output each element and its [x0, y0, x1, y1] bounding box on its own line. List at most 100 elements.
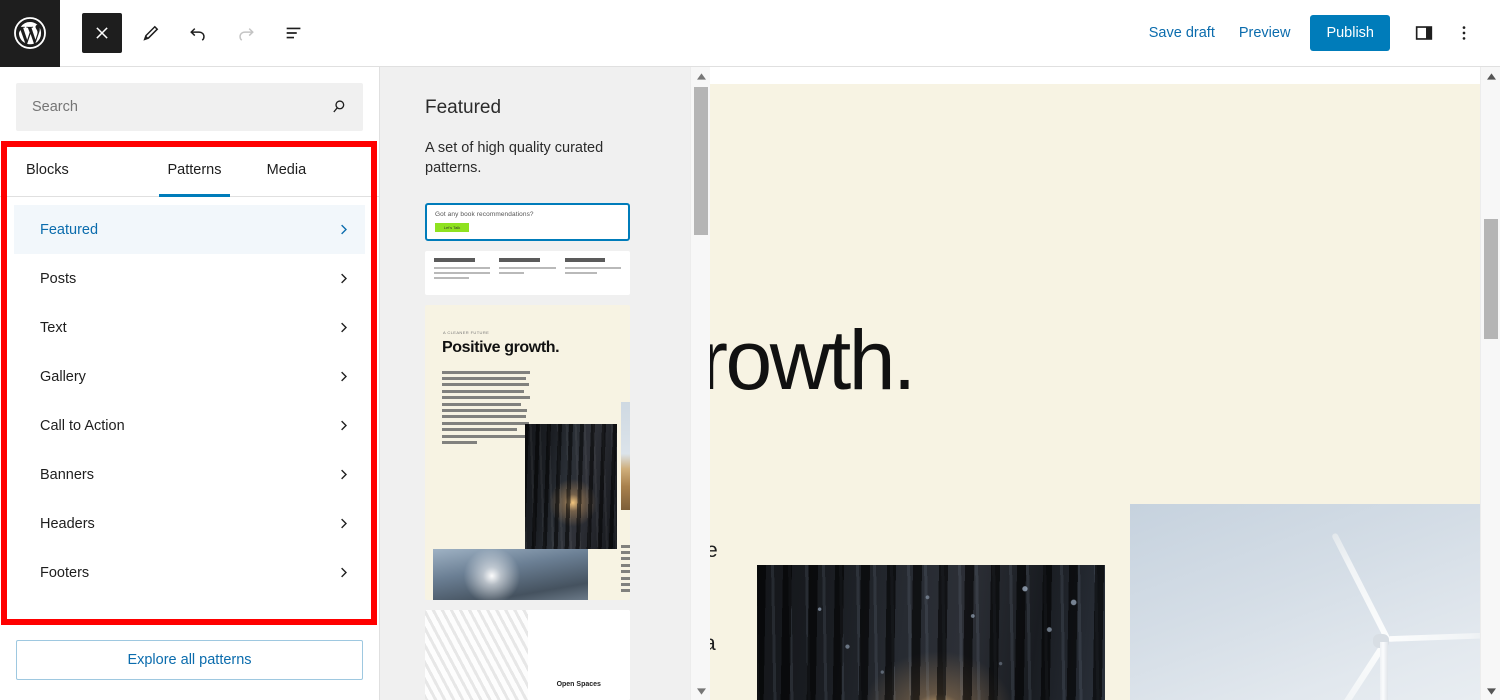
- category-label: Posts: [40, 270, 77, 287]
- wordpress-logo-icon[interactable]: [0, 0, 60, 67]
- pattern-column: Open Spaces: [527, 609, 630, 700]
- pattern-card-heading: Got any book recommendations?: [435, 210, 534, 218]
- text-line: [434, 271, 491, 275]
- tab-media[interactable]: Media: [251, 143, 379, 196]
- pattern-card-call-to-action[interactable]: Got any book recommendations? Let's Talk: [425, 202, 630, 241]
- pattern-panel-scrollbar[interactable]: [690, 67, 710, 700]
- inserter-tabs: Blocks Patterns Media: [0, 143, 379, 197]
- block-inserter-panel: Blocks Patterns Media Featured Posts Tex…: [0, 67, 380, 700]
- chevron-right-icon: [336, 222, 351, 237]
- preview-subtitle: A set of high quality curated patterns.: [425, 140, 604, 177]
- publish-button[interactable]: Publish: [1310, 15, 1390, 51]
- paragraph-fragment[interactable]: e: [710, 539, 718, 563]
- pattern-card-positive-growth[interactable]: A CLEANER FUTURE Positive growth.: [425, 304, 630, 600]
- pattern-column: [564, 257, 621, 288]
- category-label: Headers: [40, 515, 95, 532]
- category-item-footers[interactable]: Footers: [14, 548, 365, 597]
- text-line: [499, 266, 556, 270]
- save-draft-button[interactable]: Save draft: [1137, 17, 1227, 49]
- preview-title: Featured: [425, 97, 502, 118]
- wind-turbine-image: [621, 401, 630, 510]
- category-label: Text: [40, 319, 67, 336]
- pattern-card-three-columns-small[interactable]: [425, 250, 630, 295]
- chevron-right-icon: [336, 516, 351, 531]
- paragraph-placeholder: [621, 544, 630, 596]
- scroll-down-arrow-icon[interactable]: [1481, 682, 1500, 700]
- text-line: [564, 266, 621, 270]
- toolbar-right-group: Save draft Preview Publish: [1137, 13, 1500, 53]
- editor-scrollbar[interactable]: [1480, 67, 1500, 700]
- wordpress-block-editor: Save draft Preview Publish Search Blocks…: [0, 0, 1500, 700]
- redo-icon[interactable]: [226, 13, 266, 53]
- scroll-down-arrow-icon[interactable]: [691, 682, 711, 700]
- scroll-up-arrow-icon[interactable]: [691, 67, 711, 85]
- post-content-area[interactable]: rowth. e a g, of: [710, 84, 1485, 700]
- preview-button[interactable]: Preview: [1227, 17, 1303, 49]
- category-item-banners[interactable]: Banners: [14, 450, 365, 499]
- category-label: Featured: [40, 221, 99, 238]
- pattern-preview-panel: Featured A set of high quality curated p…: [380, 67, 710, 700]
- column-heading-bar: [499, 257, 540, 262]
- text-line: [434, 276, 469, 280]
- dark-forest-image[interactable]: [757, 565, 1105, 700]
- post-heading[interactable]: rowth.: [710, 312, 916, 409]
- sidebar-panel-icon[interactable]: [1404, 13, 1444, 53]
- scroll-up-arrow-icon[interactable]: [1481, 67, 1500, 85]
- search-icon: [329, 97, 349, 122]
- chevron-right-icon: [336, 565, 351, 580]
- chevron-right-icon: [336, 320, 351, 335]
- explore-all-patterns-button[interactable]: Explore all patterns: [16, 640, 363, 680]
- tab-blocks[interactable]: Blocks: [0, 143, 138, 196]
- category-item-gallery[interactable]: Gallery: [14, 352, 365, 401]
- category-label: Footers: [40, 564, 90, 581]
- chevron-right-icon: [336, 369, 351, 384]
- category-label: Gallery: [40, 368, 86, 385]
- hatched-image-placeholder: [425, 609, 528, 700]
- pattern-card-three-columns-with-images[interactable]: Open Spaces: [425, 609, 630, 700]
- search-box[interactable]: [16, 83, 363, 131]
- tab-patterns[interactable]: Patterns: [138, 143, 250, 197]
- column-heading-bar: [434, 257, 475, 262]
- scrollbar-thumb[interactable]: [694, 87, 708, 235]
- paragraph-placeholder: [442, 370, 530, 448]
- editor-header-toolbar: Save draft Preview Publish: [0, 0, 1500, 67]
- pattern-card-button: Let's Talk: [435, 222, 469, 232]
- pattern-preview-content: Featured A set of high quality curated p…: [380, 67, 670, 700]
- category-item-text[interactable]: Text: [14, 303, 365, 352]
- category-item-call-to-action[interactable]: Call to Action: [14, 401, 365, 450]
- chevron-right-icon: [336, 271, 351, 286]
- category-item-featured[interactable]: Featured: [14, 205, 365, 254]
- forest-sunlight-image: [525, 423, 617, 549]
- category-label: Call to Action: [40, 417, 125, 434]
- wind-turbine-sky-image[interactable]: [1130, 504, 1485, 700]
- scrollbar-thumb[interactable]: [1484, 219, 1498, 339]
- pattern-category-list: Featured Posts Text Gallery Call to Acti…: [0, 197, 379, 630]
- coastal-sunrise-image: [433, 548, 588, 600]
- pattern-column: [499, 257, 556, 288]
- pattern-kicker: A CLEANER FUTURE: [443, 329, 490, 335]
- chevron-right-icon: [336, 467, 351, 482]
- chevron-right-icon: [336, 418, 351, 433]
- pattern-heading: Positive growth.: [442, 338, 560, 356]
- close-inserter-button[interactable]: [82, 13, 122, 53]
- pattern-caption: Open Spaces: [556, 680, 601, 688]
- text-line: [499, 271, 525, 275]
- list-view-icon[interactable]: [274, 13, 314, 53]
- category-item-headers[interactable]: Headers: [14, 499, 365, 548]
- category-label: Banners: [40, 466, 95, 483]
- undo-icon[interactable]: [178, 13, 218, 53]
- column-heading-bar: [564, 257, 606, 262]
- editor-canvas[interactable]: rowth. e a g, of: [710, 67, 1500, 700]
- category-item-posts[interactable]: Posts: [14, 254, 365, 303]
- more-options-vertical-dots-icon[interactable]: [1444, 13, 1484, 53]
- toolbar-left-group: [60, 13, 322, 53]
- pattern-body: [425, 369, 630, 600]
- pattern-column: [434, 257, 491, 288]
- text-line: [434, 266, 491, 270]
- search-input[interactable]: [16, 99, 363, 115]
- edit-pen-icon[interactable]: [130, 13, 170, 53]
- text-line: [564, 271, 598, 275]
- explore-section: Explore all patterns: [0, 630, 379, 700]
- search-section: [0, 67, 379, 143]
- paragraph-fragment[interactable]: a: [710, 632, 716, 656]
